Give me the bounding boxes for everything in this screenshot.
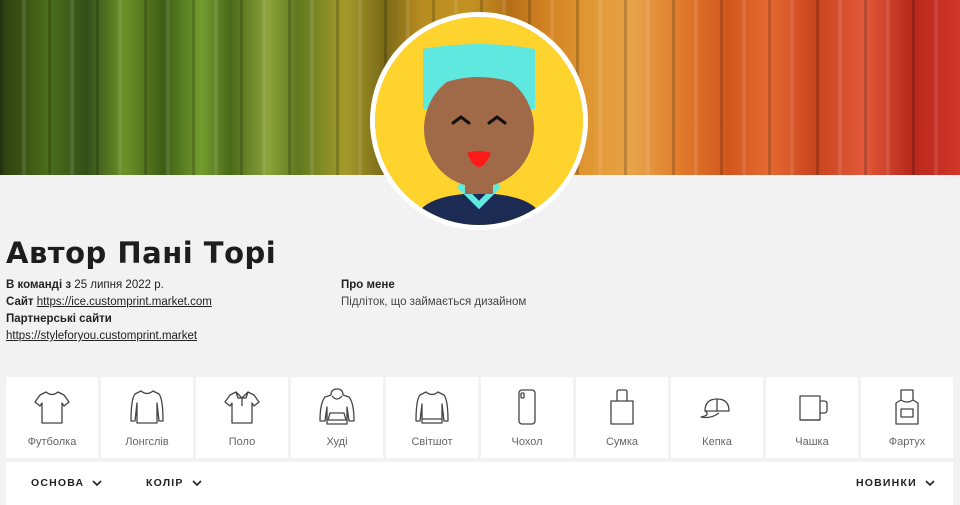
category-bag[interactable]: Сумка	[576, 377, 668, 458]
category-polo[interactable]: Поло	[196, 377, 288, 458]
category-label: Сумка	[605, 436, 639, 448]
joined-date: 25 липня 2022 р.	[74, 279, 164, 291]
category-hoodie[interactable]: Худі	[291, 377, 383, 458]
site-label: Сайт	[6, 296, 34, 308]
category-phone-case[interactable]: Чохол	[481, 377, 573, 458]
filter-base-dropdown[interactable]: ОСНОВА	[31, 477, 102, 489]
about-title: Про мене	[341, 279, 395, 291]
sweatshirt-icon	[415, 391, 449, 424]
chevron-down-icon	[925, 479, 935, 486]
category-list: Футболка Лонгслів Поло Худі Світшот Чохо…	[6, 377, 953, 458]
category-label: Світшот	[411, 436, 453, 448]
category-label: Поло	[228, 436, 256, 448]
hoodie-icon	[319, 388, 355, 425]
longsleeve-icon	[130, 390, 164, 424]
partner-label: Партнерські сайти	[6, 313, 112, 325]
site-row: Сайт https://ice.customprint.market.com	[6, 294, 212, 311]
joined-label: В команді з	[6, 279, 72, 291]
avatar	[370, 12, 588, 230]
about-section: Про мене Підліток, що займається дизайно…	[341, 277, 526, 311]
category-label: Чашка	[795, 436, 829, 448]
polo-icon	[224, 391, 260, 424]
category-label: Фартух	[888, 436, 926, 448]
site-link[interactable]: https://ice.customprint.market.com	[37, 296, 212, 308]
author-info: В команді з 25 липня 2022 р. Сайт https:…	[6, 277, 212, 345]
bag-icon	[610, 389, 634, 425]
mug-icon	[799, 395, 828, 421]
sort-dropdown[interactable]: НОВИНКИ	[856, 477, 935, 489]
chevron-down-icon	[92, 479, 102, 486]
filter-bar: ОСНОВА КОЛІР НОВИНКИ	[6, 462, 953, 505]
category-label: Футболка	[27, 436, 77, 448]
category-apron[interactable]: Фартух	[861, 377, 953, 458]
sort-label: НОВИНКИ	[856, 477, 917, 489]
joined-row: В команді з 25 липня 2022 р.	[6, 277, 212, 294]
apron-icon	[895, 389, 919, 425]
filter-color-dropdown[interactable]: КОЛІР	[146, 477, 202, 489]
category-cap[interactable]: Кепка	[671, 377, 763, 458]
category-label: Худі	[326, 436, 348, 448]
tshirt-icon	[34, 391, 70, 424]
about-text: Підліток, що займається дизайном	[341, 296, 527, 308]
category-mug[interactable]: Чашка	[766, 377, 858, 458]
avatar-illustration	[375, 17, 583, 225]
category-label: Чохол	[511, 436, 543, 448]
partner-link[interactable]: https://styleforyou.customprint.market	[6, 330, 197, 342]
category-label: Лонгслів	[125, 436, 169, 448]
phone-case-icon	[518, 389, 536, 425]
category-label: Кепка	[702, 436, 732, 448]
category-sweatshirt[interactable]: Світшот	[386, 377, 478, 458]
cap-icon	[700, 398, 730, 419]
filter-base-label: ОСНОВА	[31, 477, 85, 489]
category-longsleeve[interactable]: Лонгслів	[101, 377, 193, 458]
author-name: Автор Пані Торі	[6, 236, 277, 270]
category-tshirt[interactable]: Футболка	[6, 377, 98, 458]
filter-color-label: КОЛІР	[146, 477, 184, 489]
chevron-down-icon	[192, 479, 202, 486]
